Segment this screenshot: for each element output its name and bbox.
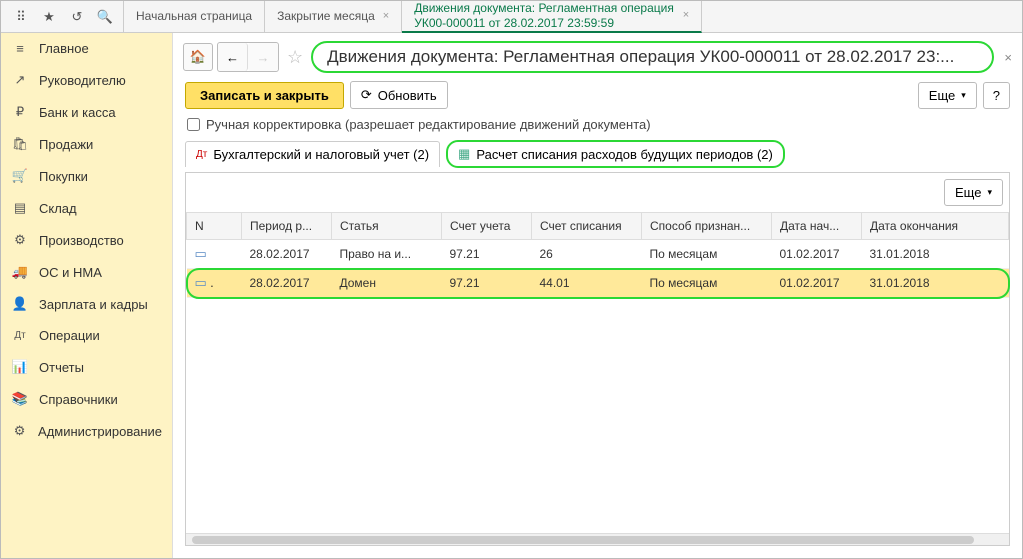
cart-icon: 🛒: [11, 168, 29, 184]
top-toolbar: ⠿ ★ ↺ 🔍 Начальная страница Закрытие меся…: [1, 1, 1022, 33]
col-period[interactable]: Период р...: [242, 213, 332, 240]
horizontal-scrollbar[interactable]: [186, 533, 1009, 545]
col-end-date[interactable]: Дата окончания: [862, 213, 1009, 240]
sidebar-item-purchases[interactable]: 🛒 Покупки: [1, 160, 172, 192]
sidebar-item-reports[interactable]: 📊 Отчеты: [1, 351, 172, 383]
favorite-icon[interactable]: ☆: [287, 47, 303, 68]
sidebar-item-label: Склад: [39, 201, 77, 216]
close-page-icon[interactable]: ×: [1004, 50, 1012, 65]
sidebar-item-label: Производство: [39, 233, 124, 248]
sidebar-item-label: Отчеты: [39, 360, 84, 375]
window-tabs: Начальная страница Закрытие месяца× Движ…: [123, 1, 702, 33]
close-icon[interactable]: ×: [383, 10, 389, 23]
data-table: N Период р... Статья Счет учета Счет спи…: [186, 212, 1009, 298]
refresh-icon: ⟳: [361, 87, 372, 103]
table-row-selected[interactable]: ▭ . 28.02.2017Домен97.2144.01По месяцам0…: [187, 269, 1009, 298]
table-icon: ▦: [458, 146, 470, 162]
tab-home[interactable]: Начальная страница: [123, 1, 265, 33]
bag-icon: 🛍: [11, 136, 29, 152]
sidebar-item-catalogs[interactable]: 📚 Справочники: [1, 383, 172, 415]
sidebar-item-label: Зарплата и кадры: [39, 297, 148, 312]
gear-icon: ⚙: [11, 423, 28, 439]
sidebar: ≡ Главное ↗ Руководителю ₽ Банк и касса 🛍 Пр…: [1, 33, 173, 558]
help-button[interactable]: ?: [983, 82, 1010, 109]
box-icon: ▤: [11, 200, 29, 216]
home-button[interactable]: 🏠: [183, 43, 213, 71]
factory-icon: ⚙: [11, 232, 29, 248]
report-icon: 📊: [11, 359, 29, 375]
table-header-row: N Период р... Статья Счет учета Счет спи…: [187, 213, 1009, 240]
table-more-button[interactable]: Еще▾: [944, 179, 1003, 206]
col-account[interactable]: Счет учета: [442, 213, 532, 240]
sidebar-item-label: Администрирование: [38, 424, 162, 439]
person-icon: 👤: [11, 296, 29, 312]
menu-icon: ≡: [11, 41, 29, 56]
sidebar-item-production[interactable]: ⚙ Производство: [1, 224, 172, 256]
row-icon: ▭: [195, 275, 207, 290]
sidebar-item-bank[interactable]: ₽ Банк и касса: [1, 96, 172, 128]
dtkt-icon: Дт: [11, 330, 29, 341]
manual-edit-checkbox[interactable]: [187, 118, 200, 131]
tab-close-month[interactable]: Закрытие месяца×: [265, 1, 402, 33]
doc-tab-accounting[interactable]: ДтБухгалтерский и налоговый учет (2): [185, 141, 440, 167]
page-title: Движения документа: Регламентная операци…: [311, 41, 994, 73]
ruble-icon: ₽: [11, 104, 29, 120]
close-icon[interactable]: ×: [683, 9, 689, 22]
chart-icon: ↗: [11, 72, 29, 88]
sidebar-item-salary[interactable]: 👤 Зарплата и кадры: [1, 288, 172, 320]
sidebar-item-label: ОС и НМА: [39, 265, 102, 280]
manual-edit-label: Ручная корректировка (разрешает редактир…: [206, 117, 651, 132]
sidebar-item-admin[interactable]: ⚙ Администрирование: [1, 415, 172, 447]
col-article[interactable]: Статья: [332, 213, 442, 240]
col-method[interactable]: Способ признан...: [642, 213, 772, 240]
save-close-button[interactable]: Записать и закрыть: [185, 82, 344, 109]
truck-icon: 🚚: [11, 264, 29, 280]
sidebar-item-operations[interactable]: Дт Операции: [1, 320, 172, 351]
tab-doc-movements[interactable]: Движения документа: Регламентная операци…: [402, 1, 702, 33]
col-n[interactable]: N: [187, 213, 242, 240]
history-icon[interactable]: ↺: [63, 3, 91, 31]
more-button[interactable]: Еще▾: [918, 82, 977, 109]
sidebar-item-label: Операции: [39, 328, 100, 343]
doc-tab-future-expenses[interactable]: ▦Расчет списания расходов будущих период…: [446, 140, 785, 168]
sidebar-item-label: Главное: [39, 41, 89, 56]
table-panel: Еще▾ N Период р... Статья Счет учета Сче…: [185, 172, 1010, 546]
sidebar-item-label: Покупки: [39, 169, 88, 184]
sidebar-item-label: Справочники: [39, 392, 118, 407]
refresh-button[interactable]: ⟳Обновить: [350, 81, 448, 109]
search-icon[interactable]: 🔍: [91, 3, 119, 31]
star-icon[interactable]: ★: [35, 3, 63, 31]
back-button[interactable]: ←: [218, 43, 248, 71]
sidebar-item-assets[interactable]: 🚚 ОС и НМА: [1, 256, 172, 288]
manual-edit-row: Ручная корректировка (разрешает редактир…: [173, 115, 1022, 140]
col-writeoff-account[interactable]: Счет списания: [532, 213, 642, 240]
sidebar-item-label: Банк и касса: [39, 105, 116, 120]
sidebar-item-warehouse[interactable]: ▤ Склад: [1, 192, 172, 224]
dtkt-icon: Дт: [196, 149, 207, 160]
forward-button[interactable]: →: [248, 43, 278, 71]
apps-icon[interactable]: ⠿: [7, 3, 35, 31]
sidebar-item-label: Руководителю: [39, 73, 126, 88]
sidebar-item-manager[interactable]: ↗ Руководителю: [1, 64, 172, 96]
table-row[interactable]: ▭ 28.02.2017Право на и...97.2126По месяц…: [187, 240, 1009, 269]
sidebar-item-label: Продажи: [39, 137, 93, 152]
col-start-date[interactable]: Дата нач...: [772, 213, 862, 240]
content-area: 🏠 ← → ☆ Движения документа: Регламентная…: [173, 33, 1022, 558]
sidebar-item-sales[interactable]: 🛍 Продажи: [1, 128, 172, 160]
books-icon: 📚: [11, 391, 29, 407]
row-icon: ▭: [195, 246, 207, 261]
sidebar-item-main[interactable]: ≡ Главное: [1, 33, 172, 64]
